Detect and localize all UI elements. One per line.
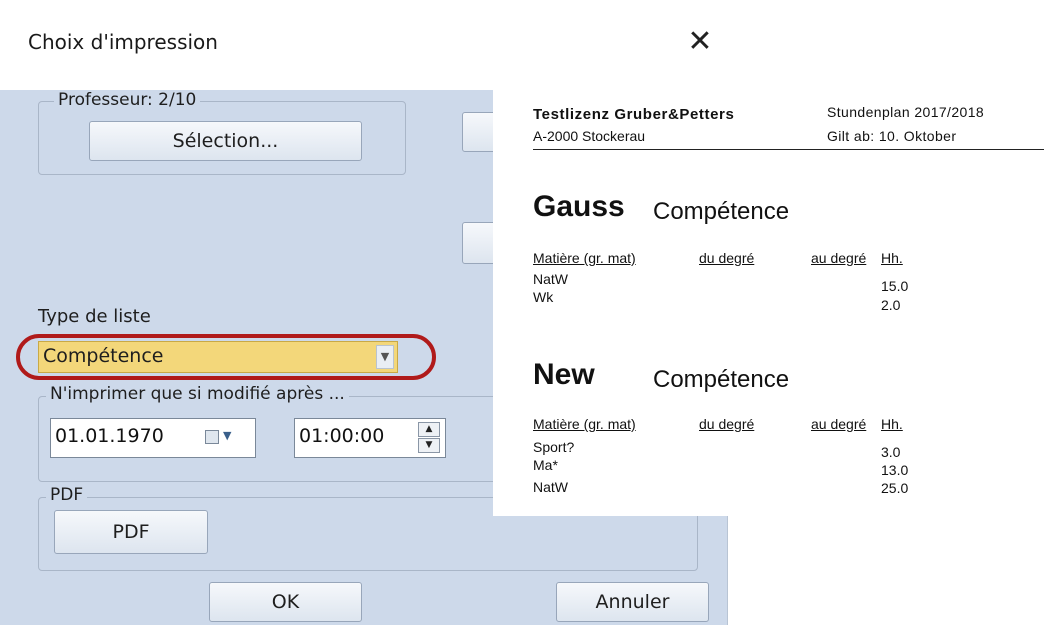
table-row-hours: 2.0	[881, 297, 901, 313]
header-rule	[533, 149, 1044, 150]
col-to-1: au degré	[811, 250, 867, 266]
title-bar: Choix d'impression ✕	[0, 0, 728, 90]
modified-legend: N'imprimer que si modifié après ...	[46, 384, 349, 404]
valid-from: Gilt ab: 10. Oktober	[827, 128, 957, 144]
school-name: Testlizenz Gruber&Petters	[533, 106, 735, 123]
col-hours-2: Hh.	[881, 416, 903, 432]
spin-up-icon[interactable]: ▲	[418, 422, 440, 437]
date-value: 01.01.1970	[55, 425, 164, 447]
table-row-subject: Wk	[533, 289, 554, 305]
col-hours-1: Hh.	[881, 250, 903, 266]
teacher-type-1: Compétence	[653, 198, 790, 225]
calendar-icon[interactable]	[205, 430, 219, 444]
professeur-legend: Professeur: 2/10	[54, 90, 201, 110]
school-address: A-2000 Stockerau	[533, 128, 646, 144]
spin-down-icon[interactable]: ▼	[418, 438, 440, 453]
time-value: 01:00:00	[299, 425, 385, 447]
teacher-name-2: New	[533, 358, 595, 391]
col-from-2: du degré	[699, 416, 755, 432]
table-row-subject: Sport?	[533, 439, 575, 455]
col-from-1: du degré	[699, 250, 755, 266]
table-row-hours: 15.0	[881, 278, 909, 294]
table-row-hours: 25.0	[881, 480, 909, 496]
col-subject-1: Matière (gr. mat)	[533, 250, 636, 266]
date-field[interactable]: 01.01.1970 ▼	[50, 418, 256, 458]
pdf-legend: PDF	[46, 485, 88, 505]
type-liste-label: Type de liste	[38, 306, 151, 327]
table-row-hours: 3.0	[881, 444, 901, 460]
close-icon[interactable]: ✕	[680, 22, 720, 62]
table-row-subject: NatW	[533, 271, 568, 287]
teacher-type-2: Compétence	[653, 366, 790, 393]
cancel-button[interactable]: Annuler	[556, 582, 709, 622]
plan-title: Stundenplan 2017/2018	[827, 104, 985, 120]
dialog-title: Choix d'impression	[28, 30, 218, 54]
col-to-2: au degré	[811, 416, 867, 432]
ok-button[interactable]: OK	[209, 582, 362, 622]
highlight-ring	[16, 334, 436, 380]
selection-button[interactable]: Sélection...	[89, 121, 362, 161]
pdf-button[interactable]: PDF	[54, 510, 208, 554]
table-row-subject: NatW	[533, 479, 568, 495]
col-subject-2: Matière (gr. mat)	[533, 416, 636, 432]
chevron-down-icon[interactable]: ▼	[223, 429, 231, 442]
teacher-name-1: Gauss	[533, 190, 625, 223]
table-row-subject: Ma*	[533, 457, 558, 473]
table-row-hours: 13.0	[881, 462, 909, 478]
preview-page: Testlizenz Gruber&Petters A-2000 Stocker…	[493, 86, 1044, 516]
